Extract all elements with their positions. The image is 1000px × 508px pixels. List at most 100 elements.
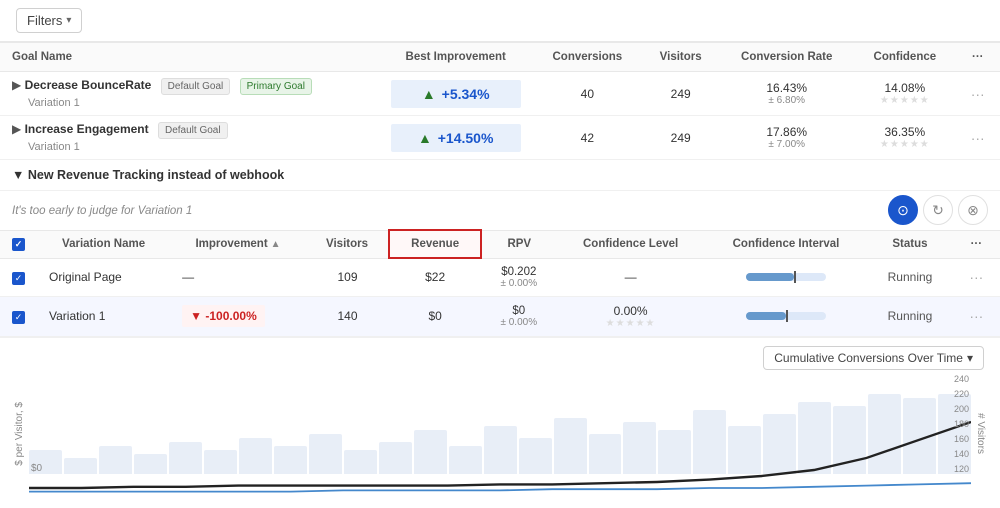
- th-confidence-level: Confidence Level: [556, 230, 704, 258]
- conversions-cell: 40: [533, 72, 643, 116]
- arrow-up-icon: ▲: [422, 86, 436, 102]
- th-visitors: Visitors: [642, 43, 719, 72]
- y-tick-label: 220: [954, 389, 969, 399]
- improvement-value: ▲ +14.50%: [391, 124, 521, 152]
- refresh-icon: ↻: [932, 202, 944, 219]
- chart-chevron-icon: ▾: [967, 351, 973, 365]
- revenue-section-header: ▼ New Revenue Tracking instead of webhoo…: [0, 160, 1000, 191]
- goal-name-cell: ▶ Decrease BounceRate Default Goal Prima…: [0, 72, 379, 116]
- chart-line-svg: [29, 374, 971, 494]
- th-improvement: Improvement ▲: [170, 230, 306, 258]
- y-tick-label: 120: [954, 464, 969, 474]
- rpv-value: $0.202: [493, 266, 544, 278]
- row-checkbox[interactable]: ✓: [12, 272, 25, 285]
- visitors-cell: 249: [642, 72, 719, 116]
- chevron-down-icon: ▾: [66, 15, 71, 26]
- improvement-value: ▲ +5.34%: [391, 80, 521, 108]
- more-cell[interactable]: ···: [953, 296, 1000, 336]
- th-status: Status: [867, 230, 952, 258]
- chart-y-label-right: # Visitors: [971, 413, 990, 454]
- conversion-rate-sub: ± 7.00%: [731, 139, 842, 150]
- chart-header: Cumulative Conversions Over Time ▾: [0, 338, 1000, 374]
- variation-name-cell: Variation 1: [37, 296, 170, 336]
- chart-zero-label: $0: [31, 463, 42, 474]
- improvement-cell: ▲ +5.34%: [379, 72, 533, 116]
- th-more[interactable]: ···: [955, 43, 1000, 72]
- confidence-tick: [794, 271, 796, 283]
- original-line: [29, 422, 971, 488]
- toggle-refresh-button[interactable]: ↻: [923, 195, 953, 225]
- chart-y-ticks: 240220200180160140120: [954, 374, 971, 474]
- arrow-up-icon: ▲: [418, 130, 432, 146]
- status-value: Running: [888, 270, 933, 284]
- visitors-cell: 109: [306, 258, 389, 296]
- visitors-cell: 140: [306, 296, 389, 336]
- th-revenue: Revenue: [389, 230, 481, 258]
- chart-inner: $0 240220200180160140120: [29, 374, 971, 494]
- th-conversions: Conversions: [533, 43, 643, 72]
- confidence-bar: [746, 273, 826, 281]
- y-tick-label: 200: [954, 404, 969, 414]
- revenue-cell: $22: [389, 258, 481, 296]
- early-judge-prefix: It's too early to judge for: [12, 205, 134, 217]
- th-visitors: Visitors: [306, 230, 389, 258]
- th-more[interactable]: ···: [953, 230, 1000, 258]
- confidence-bar-fill: [746, 312, 786, 320]
- chart-area: $ per Visitor, $ $0 24022020018016014012…: [10, 374, 990, 494]
- variation-label: Variation 1: [12, 141, 80, 153]
- th-rpv: RPV: [481, 230, 556, 258]
- rpv-cell: $0.202 ± 0.00%: [481, 258, 556, 296]
- checkbox-cell[interactable]: ✓: [0, 296, 37, 336]
- chart-dropdown-label: Cumulative Conversions Over Time: [774, 351, 963, 365]
- th-goal-name: Goal Name: [0, 43, 379, 72]
- more-cell[interactable]: ···: [955, 72, 1000, 116]
- sort-icon: ▲: [271, 239, 281, 250]
- y-tick-label: 140: [954, 449, 969, 459]
- more-options-icon[interactable]: ···: [971, 130, 985, 146]
- more-cell[interactable]: ···: [955, 116, 1000, 160]
- more-options-icon[interactable]: ···: [969, 269, 983, 285]
- conversion-rate-cell: 16.43% ± 6.80%: [719, 72, 854, 116]
- conversion-rate-sub: ± 6.80%: [731, 95, 842, 106]
- confidence-bar: [746, 312, 826, 320]
- expand-icon[interactable]: ▼: [12, 168, 24, 182]
- checkbox-all[interactable]: ✓: [12, 238, 25, 251]
- goal-name-cell: ▶ Increase Engagement Default Goal Varia…: [0, 116, 379, 160]
- rpv-sub: ± 0.00%: [493, 317, 544, 328]
- improvement-text: +14.50%: [438, 130, 494, 146]
- checkbox-cell[interactable]: ✓: [0, 258, 37, 296]
- th-conversion-rate: Conversion Rate: [719, 43, 854, 72]
- more-options-icon[interactable]: ···: [969, 308, 983, 324]
- chart-dropdown-button[interactable]: Cumulative Conversions Over Time ▾: [763, 346, 984, 370]
- improvement-cell: —: [170, 258, 306, 296]
- revenue-cell: $0: [389, 296, 481, 336]
- confidence-value: 36.35%: [866, 125, 943, 139]
- more-cell[interactable]: ···: [953, 258, 1000, 296]
- confidence-stars: ★★★★★: [866, 139, 943, 150]
- more-options-icon[interactable]: ···: [971, 86, 985, 102]
- expand-icon[interactable]: ▶: [12, 78, 21, 92]
- confidence-interval-cell: [705, 296, 868, 336]
- confidence-bar-fill: [746, 273, 794, 281]
- confidence-cell: 14.08% ★★★★★: [854, 72, 955, 116]
- confidence-level-cell: —: [556, 258, 704, 296]
- improvement-cell: ▲ +14.50%: [379, 116, 533, 160]
- early-judge-text: It's too early to judge for Variation 1: [12, 203, 192, 217]
- filters-button[interactable]: Filters ▾: [16, 8, 82, 33]
- rpv-sub: ± 0.00%: [493, 278, 544, 289]
- expand-icon[interactable]: ▶: [12, 122, 21, 136]
- confidence-level-cell: 0.00% ★★★★★: [556, 296, 704, 336]
- confidence-value: 14.08%: [866, 81, 943, 95]
- rpv-cell: $0 ± 0.00%: [481, 296, 556, 336]
- close-icon: ⊗: [967, 202, 979, 219]
- status-cell: Running: [867, 296, 952, 336]
- goal-name-text: Decrease BounceRate: [25, 78, 152, 92]
- badge-default: Default Goal: [161, 78, 231, 95]
- confidence-tick: [786, 310, 788, 322]
- chart-icon: ⊙: [897, 202, 909, 219]
- toggle-chart-button[interactable]: ⊙: [888, 195, 918, 225]
- toggle-close-button[interactable]: ⊗: [958, 195, 988, 225]
- row-checkbox[interactable]: ✓: [12, 311, 25, 324]
- status-cell: Running: [867, 258, 952, 296]
- chart-section: Cumulative Conversions Over Time ▾ $ per…: [0, 337, 1000, 494]
